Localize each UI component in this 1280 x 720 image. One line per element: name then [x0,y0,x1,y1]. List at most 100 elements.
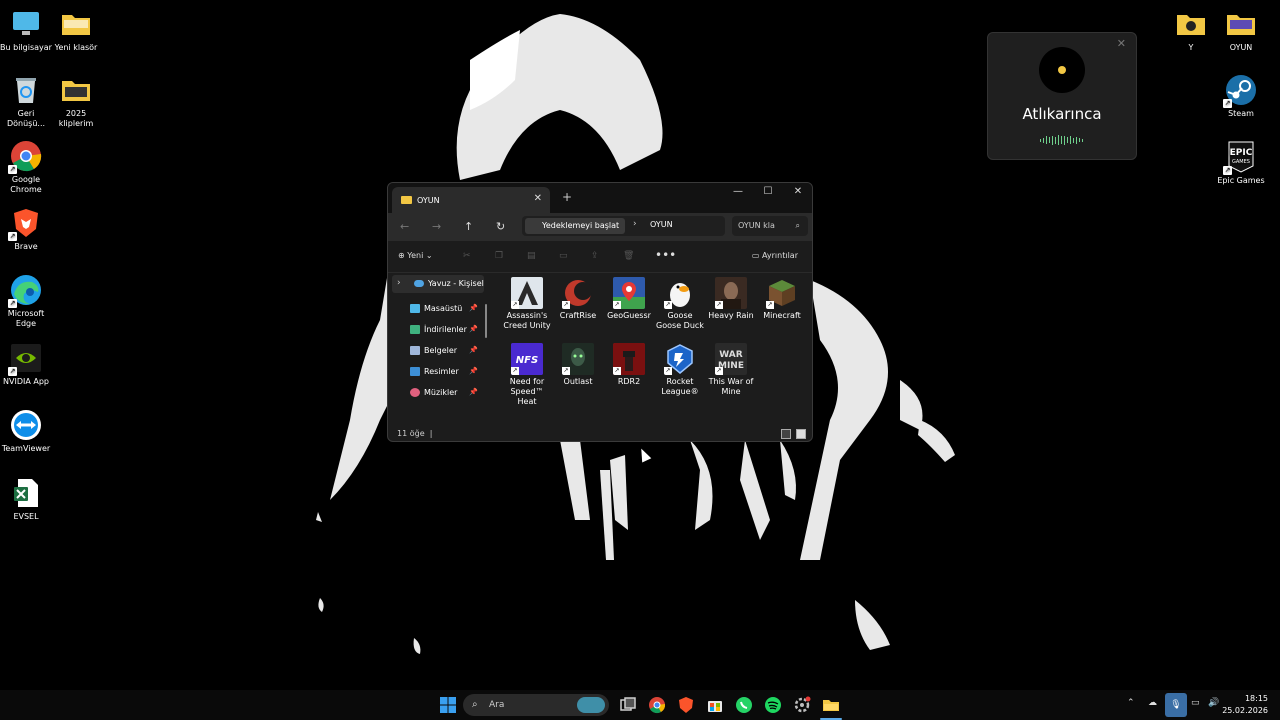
sidebar-item-desktop[interactable]: Masaüstü 📌 [410,301,480,317]
file-label: Assassin's Creed Unity [503,311,551,330]
close-icon[interactable]: ✕ [1117,37,1126,50]
taskbar-clock[interactable]: 18:15 25.02.2026 [1222,693,1268,717]
up-arrow-icon[interactable]: ↑ [464,220,473,233]
search-icon: ⌕ [472,699,478,710]
close-window-button[interactable]: ✕ [788,186,808,197]
pin-icon: 📌 [469,388,478,396]
cut-icon[interactable]: ✂ [463,251,471,261]
task-view-icon[interactable] [619,696,637,714]
large-icons-view-icon[interactable] [796,429,806,439]
details-pane-icon: ▭ [751,251,760,260]
forward-arrow-icon[interactable]: → [432,220,441,233]
svg-text:NFS: NFS [516,355,538,366]
taskbar-chrome-icon[interactable] [648,696,666,714]
desktop-icon-label: NVIDIA App [3,377,49,386]
file-item-geoguessr[interactable]: ↗ GeoGuessr [604,277,654,321]
desktop-icon-evsel-excel[interactable]: EVSEL [0,477,52,522]
desktop-icon-brave[interactable]: ↗ Brave [0,207,52,252]
desktop-icon-steam[interactable]: ↗ Steam [1215,74,1267,119]
delete-icon[interactable]: 🗑 [623,251,634,261]
file-label: GeoGuessr [607,311,651,320]
whatsapp-icon[interactable] [735,696,753,714]
paste-icon[interactable]: ▤ [527,251,536,261]
onedrive-tray-icon[interactable]: ☁ [1148,698,1157,708]
start-icon[interactable] [439,696,457,714]
search-input[interactable]: OYUN kla ⌕ [732,216,808,236]
desktop-icon-edge[interactable]: ↗ Microsoft Edge [0,274,52,329]
plus-icon: ⊕ [398,251,405,260]
desktop-icon-teamviewer[interactable]: TeamViewer [0,409,52,454]
file-item-craftrise[interactable]: ↗ CraftRise [553,277,603,321]
settings-icon[interactable] [793,696,811,714]
sidebar-scrollbar[interactable] [485,304,487,338]
view-toggle [781,429,806,439]
sidebar-item-pictures[interactable]: Resimler 📌 [410,364,480,380]
album-art-disc-icon [1039,47,1085,93]
desktop-icon-2025-clips[interactable]: 2025 kliplerim [50,74,102,129]
desktop-icon-recycle-bin[interactable]: Geri Dönüşü... [0,74,52,129]
desktop-icon-oyun-folder[interactable]: OYUN [1215,8,1267,53]
minimize-button[interactable]: — [728,186,748,197]
file-label: Rocket League® [661,377,699,396]
desktop-icon-this-pc[interactable]: Bu bilgisayar [0,8,52,53]
sidebar-item-onedrive-personal[interactable]: › Yavuz - Kişisel [392,275,484,293]
rename-icon[interactable]: ▭ [559,251,568,261]
track-title: Atlıkarınca [1022,105,1102,123]
sidebar-item-documents[interactable]: Belgeler 📌 [410,343,480,359]
share-icon[interactable]: ⇪ [591,251,599,261]
breadcrumb-current[interactable]: OYUN [650,220,673,229]
taskbar-search-input[interactable]: ⌕ Ara [463,694,609,716]
sidebar-item-downloads[interactable]: İndirilenler 📌 [410,322,480,338]
spotify-icon[interactable] [764,696,782,714]
desktop-icon-epic-games[interactable]: EPIC GAMES ↗ Epic Games [1215,141,1267,186]
new-tab-button[interactable]: + [562,190,572,204]
maximize-button[interactable]: ☐ [758,186,778,197]
details-button[interactable]: ▭ Ayrıntılar [752,251,798,260]
copy-icon[interactable]: ❐ [495,251,503,261]
file-item-heavy-rain[interactable]: ↗ Heavy Rain [706,277,756,321]
file-item-assassins-creed-unity[interactable]: ↗ Assassin's Creed Unity [502,277,552,331]
sidebar-item-music[interactable]: Müzikler 📌 [410,385,480,401]
downloads-icon [410,325,420,334]
file-item-rdr2[interactable]: ↗ RDR2 [604,343,654,387]
file-label: Outlast [563,377,593,386]
refresh-icon[interactable]: ↻ [496,220,505,233]
file-explorer-icon[interactable] [822,696,840,714]
steam-icon: ↗ [1223,74,1257,108]
desktop-icon-nvidia-app[interactable]: ↗ NVIDIA App [0,342,52,387]
nvidia-icon: ↗ [8,342,42,376]
outlast-icon: ↗ [562,343,594,375]
desktop-icon-y-folder[interactable]: Y [1165,8,1217,53]
geoguessr-icon: ↗ [613,277,645,309]
pictures-icon [410,367,420,376]
file-explorer-window[interactable]: OYUN ✕ + — ☐ ✕ ← → ↑ ↻ Yedeklemeyi başla… [387,182,813,442]
address-bar[interactable]: Yedeklemeyi başlat › OYUN [522,216,725,236]
file-item-minecraft[interactable]: ↗ Minecraft [757,277,807,321]
sidebar-item-label: Belgeler [424,346,458,355]
heavy-rain-icon: ↗ [715,277,747,309]
tab-oyun[interactable]: OYUN ✕ [392,187,550,213]
microphone-icon[interactable]: 🎙 [1165,693,1187,717]
now-playing-card[interactable]: ✕ Atlıkarınca [987,32,1137,160]
more-options-button[interactable]: ••• [655,248,676,262]
chevron-right-icon[interactable]: › [397,278,401,288]
volume-icon[interactable]: 🔊 [1208,698,1219,708]
breadcrumb-backup[interactable]: Yedeklemeyi başlat [525,218,626,234]
file-item-this-war-of-mine[interactable]: WAR MINE ↗ This War of Mine [706,343,756,397]
store-icon[interactable] [706,696,724,714]
details-view-icon[interactable] [781,429,791,439]
new-button[interactable]: ⊕ Yeni ⌄ [398,251,433,260]
network-icon[interactable]: ▭ [1191,698,1200,708]
desktop-icon-google-chrome[interactable]: ↗ Google Chrome [0,140,52,195]
file-item-nfs-heat[interactable]: NFS ↗ Need for Speed™ Heat [502,343,552,407]
file-item-outlast[interactable]: ↗ Outlast [553,343,603,387]
file-item-rocket-league[interactable]: ↗ Rocket League® [655,343,705,397]
desktop-icon-new-folder[interactable]: Yeni klasör [50,8,102,53]
chevron-up-icon[interactable]: ⌃ [1127,698,1135,708]
back-arrow-icon[interactable]: ← [400,220,409,233]
tab-close-icon[interactable]: ✕ [534,193,542,204]
taskbar-brave-icon[interactable] [677,696,695,714]
file-item-goose-goose-duck[interactable]: ↗ Goose Goose Duck [655,277,705,331]
search-placeholder: OYUN kla [738,221,775,230]
pin-icon: 📌 [469,304,478,312]
